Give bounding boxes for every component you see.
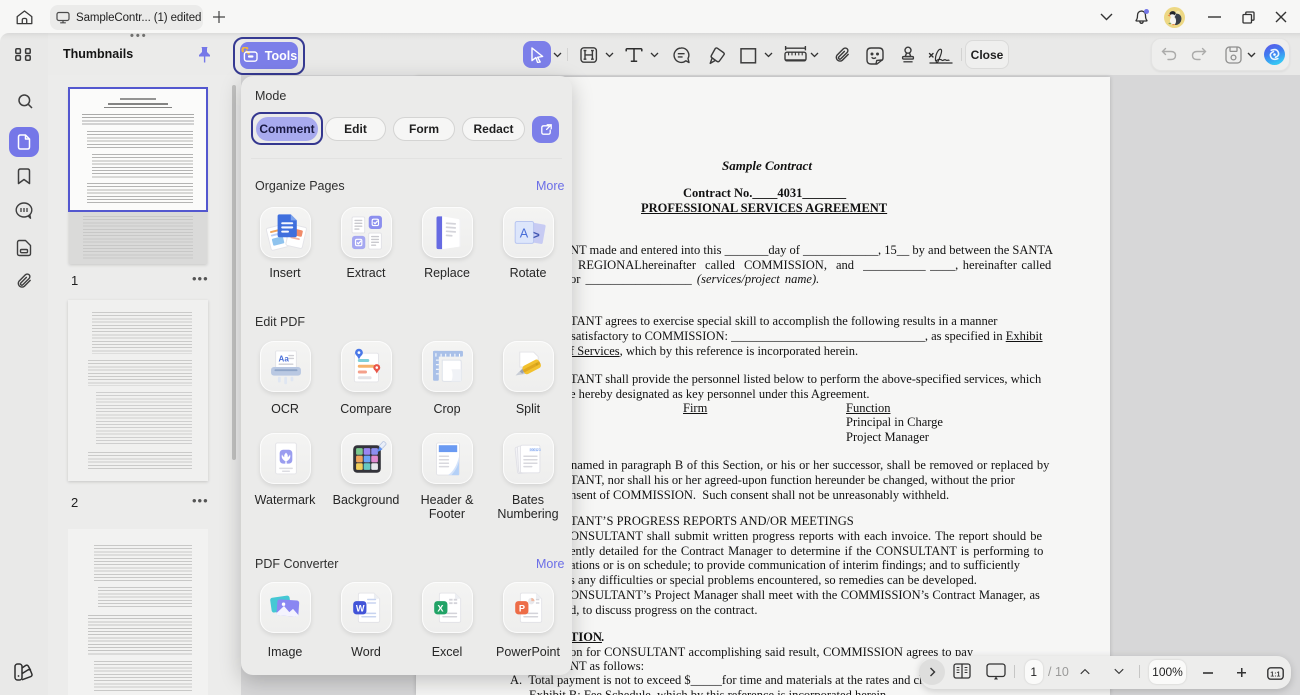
svg-text:Aa: Aa: [278, 354, 289, 363]
svg-text:000123: 000123: [529, 448, 540, 452]
svg-text:1:1: 1:1: [1270, 671, 1280, 678]
svg-text:>: >: [533, 229, 540, 241]
svg-text:W: W: [355, 603, 364, 613]
svg-text:P: P: [518, 603, 524, 613]
svg-text:A: A: [519, 226, 528, 240]
svg-text:X: X: [437, 603, 444, 613]
